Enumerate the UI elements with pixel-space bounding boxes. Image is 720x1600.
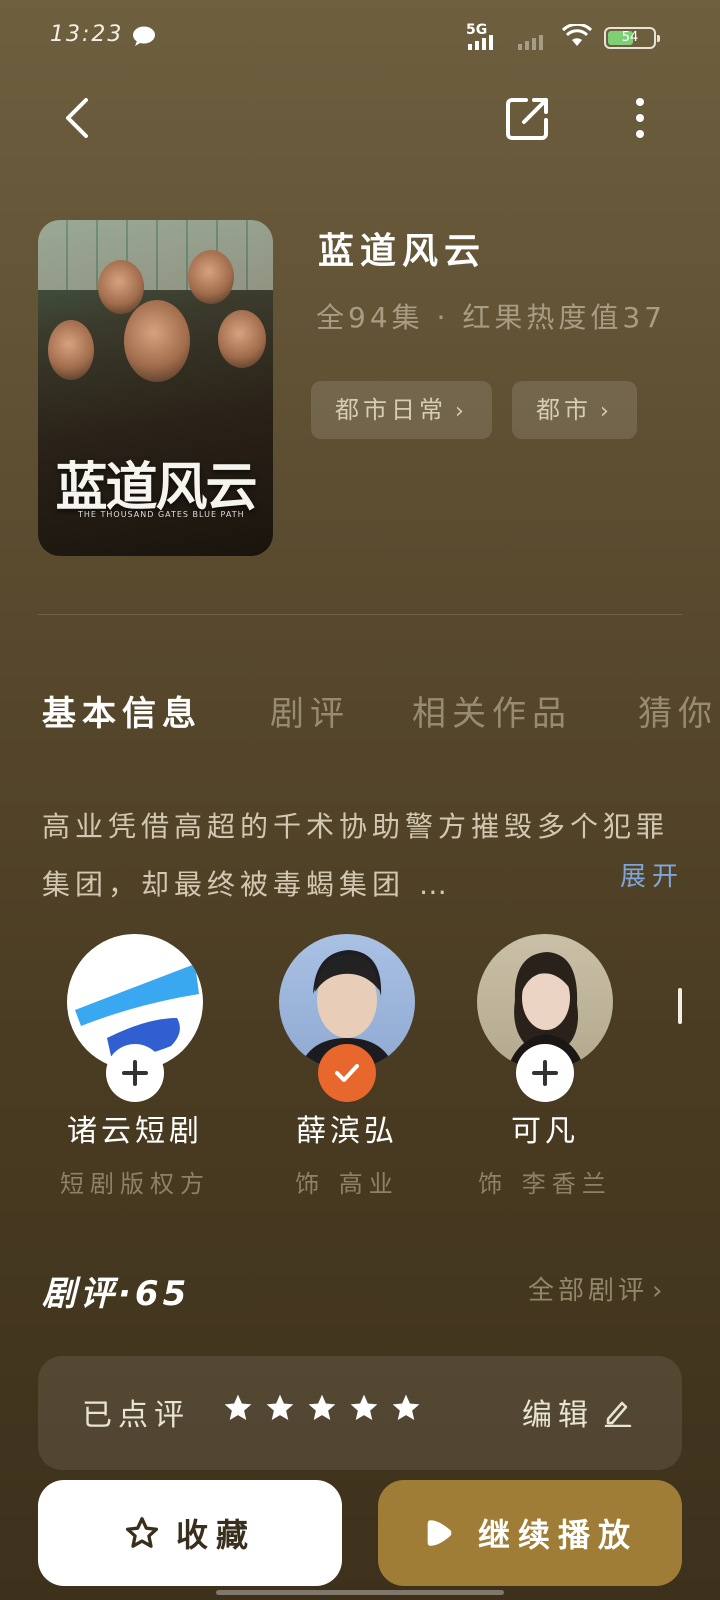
person-name: 可凡: [511, 1114, 579, 1149]
avatar[interactable]: [279, 934, 415, 1102]
star-filled-icon[interactable]: [390, 1392, 422, 1424]
follow-button[interactable]: [516, 1044, 574, 1102]
back-arrow-icon[interactable]: [56, 94, 104, 142]
continue-play-button[interactable]: 继续播放: [378, 1480, 682, 1586]
plus-icon: [532, 1060, 558, 1086]
follow-button[interactable]: [106, 1044, 164, 1102]
star-filled-icon[interactable]: [348, 1392, 380, 1424]
battery-icon: 54: [604, 27, 660, 49]
signal-strength-icon: [468, 35, 493, 50]
favorite-label: 收藏: [175, 1516, 256, 1554]
home-indicator[interactable]: [216, 1590, 504, 1595]
followed-button[interactable]: [318, 1044, 376, 1102]
all-reviews-link[interactable]: 全部剧评 ›: [528, 1270, 666, 1307]
tag-label: 都市: [536, 396, 592, 424]
status-bar: 13:23 5G 54: [0, 0, 720, 72]
person-role: 饰 高业: [295, 1170, 399, 1198]
message-bubble-icon: [133, 26, 155, 46]
reviews-section-title: 剧评·65: [42, 1274, 191, 1314]
person-name: 诸云短剧: [67, 1114, 203, 1149]
avatar[interactable]: [67, 934, 203, 1102]
star-filled-icon[interactable]: [306, 1392, 338, 1424]
check-icon: [335, 1064, 359, 1082]
divider: [38, 614, 682, 615]
person-name: 薛滨弘: [296, 1114, 398, 1149]
person-role: 短剧版权方: [60, 1170, 210, 1198]
tab-basic-info[interactable]: 基本信息: [42, 686, 202, 735]
battery-level: 54: [621, 30, 639, 45]
chevron-right-icon: ›: [455, 399, 468, 424]
star-rating[interactable]: [222, 1392, 422, 1424]
all-reviews-label: 全部剧评: [528, 1276, 649, 1306]
edit-label: 编辑: [522, 1398, 594, 1433]
drama-poster[interactable]: 蓝道风云 THE THOUSAND GATES BLUE PATH: [38, 220, 273, 556]
favorite-button[interactable]: 收藏: [38, 1480, 342, 1586]
tab-reviews[interactable]: 剧评: [270, 686, 350, 735]
poster-title-art: 蓝道风云: [55, 457, 257, 518]
tab-recommendations[interactable]: 猜你: [638, 686, 718, 735]
poster-subtitle-art: THE THOUSAND GATES BLUE PATH: [78, 510, 245, 519]
person-card[interactable]: 可凡 饰 李香兰: [465, 934, 625, 1199]
play-icon: [427, 1520, 452, 1546]
star-filled-icon[interactable]: [264, 1392, 296, 1424]
synopsis-text: 高业凭借高超的千术协助警方摧毁多个犯罪集团，却最终被毒蝎集团 …: [42, 810, 670, 901]
signal-strength-secondary-icon: [518, 35, 543, 50]
drama-meta: 全94集 · 红果热度值37: [316, 301, 666, 334]
status-time: 13:23: [50, 22, 124, 47]
person-card[interactable]: 诸云短剧 短剧版权方: [55, 934, 215, 1199]
chevron-right-icon: ›: [600, 399, 613, 424]
pencil-icon: [604, 1401, 632, 1427]
tag-chip[interactable]: 都市日常 ›: [311, 381, 492, 439]
avatar[interactable]: [477, 934, 613, 1102]
tab-related-works[interactable]: 相关作品: [412, 686, 572, 735]
tag-chip[interactable]: 都市 ›: [512, 381, 637, 439]
more-vertical-icon[interactable]: [616, 94, 664, 142]
plus-icon: [122, 1060, 148, 1086]
star-filled-icon[interactable]: [222, 1392, 254, 1424]
next-person-peek: [678, 988, 682, 1024]
rated-label: 已点评: [82, 1398, 190, 1433]
wifi-icon: [562, 24, 592, 46]
tag-label: 都市日常: [335, 396, 447, 424]
person-role: 饰 李香兰: [478, 1170, 612, 1198]
chevron-right-icon: ›: [652, 1276, 667, 1306]
person-card[interactable]: 薛滨弘 饰 高业: [267, 934, 427, 1199]
share-icon[interactable]: [504, 94, 552, 142]
star-outline-icon: [125, 1517, 159, 1548]
drama-title: 蓝道风云: [318, 231, 487, 272]
continue-play-label: 继续播放: [477, 1516, 638, 1554]
expand-link[interactable]: 展开: [620, 856, 684, 893]
edit-review-button[interactable]: 编辑: [522, 1390, 632, 1434]
